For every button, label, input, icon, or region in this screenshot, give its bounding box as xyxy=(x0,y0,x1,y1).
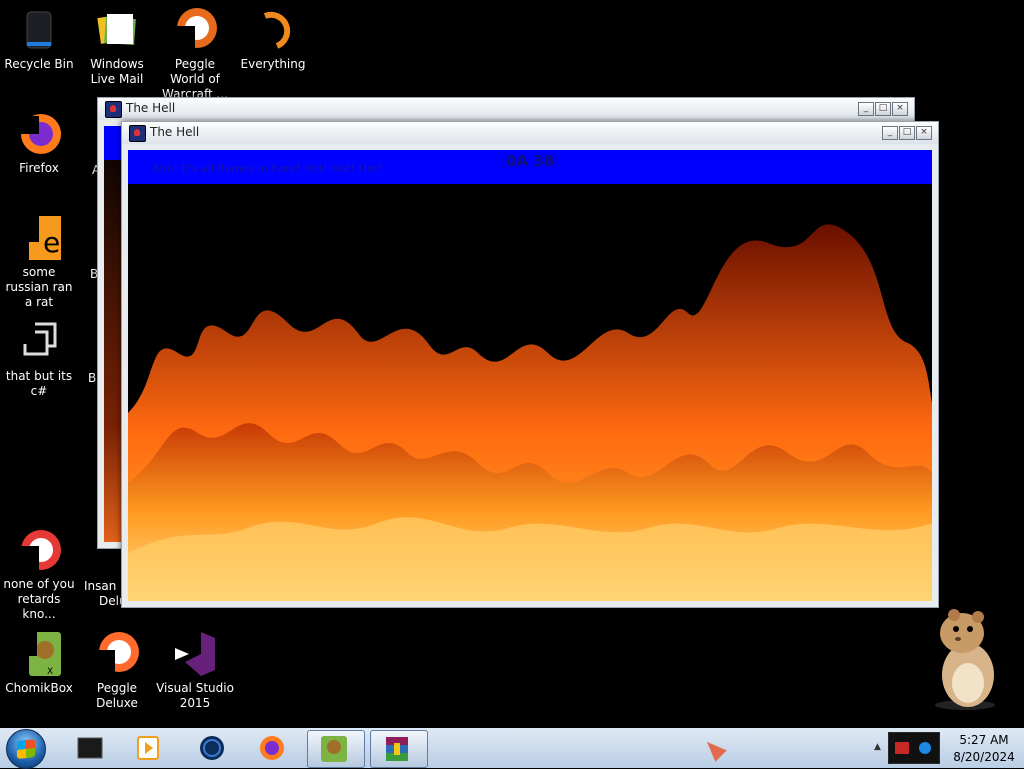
window-titlebar[interactable]: The Hell _ □ × xyxy=(122,122,938,144)
desktop-icon-label: Firefox xyxy=(19,161,59,175)
desktop-icon-none-of-you[interactable]: none of you retards kno... xyxy=(0,526,78,622)
taskbar-pinned-globe[interactable] xyxy=(186,730,238,766)
recycle-bin-icon xyxy=(15,6,63,54)
desktop-icon-peggle-wow[interactable]: Peggle World of Warcraft ... xyxy=(156,6,234,102)
firefox-icon xyxy=(258,734,286,762)
desktop-icon-windows-live-mail[interactable]: Windows Live Mail xyxy=(78,6,156,87)
maximize-button[interactable]: □ xyxy=(899,126,915,140)
window-title: The Hell xyxy=(150,125,200,139)
desktop-icon-recycle-bin[interactable]: Recycle Bin xyxy=(0,6,78,72)
desktop-icon-chomikbox[interactable]: X ChomikBox xyxy=(0,630,78,696)
media-player-icon xyxy=(134,734,162,762)
taskbar-pinned-media-player[interactable] xyxy=(122,730,174,766)
desktop-icon-label: Peggle World of Warcraft ... xyxy=(162,57,228,101)
desktop-icon-visual-studio[interactable]: Visual Studio 2015 xyxy=(156,630,234,711)
desktop-icon-some-russian[interactable]: e some russian ran a rat xyxy=(0,214,78,310)
desktop-icon-everything[interactable]: Everything xyxy=(234,6,312,72)
desktop-icon-label: ChomikBox xyxy=(5,681,73,695)
app-icon xyxy=(105,101,122,118)
window-titlebar[interactable]: The Hell _ □ × xyxy=(98,98,914,120)
show-hidden-icons-button[interactable]: ▲ xyxy=(874,742,881,752)
desktop-icon-label: some russian ran a rat xyxy=(5,265,73,309)
partial-label: B xyxy=(88,371,97,385)
desktop-icon-peggle-deluxe[interactable]: Peggle Deluxe xyxy=(78,630,156,711)
svg-text:e: e xyxy=(43,226,60,259)
maximize-button[interactable]: □ xyxy=(875,102,891,116)
globe-icon xyxy=(198,734,226,762)
partial-label: Insan xyxy=(84,579,117,593)
minimize-button[interactable]: _ xyxy=(858,102,874,116)
taskbar-app-chomikbox[interactable] xyxy=(307,730,365,768)
peggle-icon xyxy=(171,6,219,54)
the-hell-window[interactable]: The Hell _ □ × 0A 38 Ahh! It's all flame… xyxy=(121,121,939,608)
desktop-icon-firefox[interactable]: Firefox xyxy=(0,110,78,176)
status-bar: 0A 38 Ahh! It's all flames in here! Hot!… xyxy=(128,150,932,184)
terminal-icon xyxy=(76,734,104,762)
chomikbox-icon: X xyxy=(15,630,63,678)
desktop-icon-label: Windows Live Mail xyxy=(90,57,144,86)
app-icon xyxy=(15,526,63,574)
peggle-icon xyxy=(93,630,141,678)
taskbar-pinned-terminal[interactable] xyxy=(64,730,116,766)
script-icon: e xyxy=(15,214,63,262)
start-button[interactable] xyxy=(6,729,46,769)
desktop-icon-that-but-its-csharp[interactable]: that but its c# xyxy=(0,318,78,399)
desktop-icon-label: Peggle Deluxe xyxy=(96,681,138,710)
status-message: Ahh! It's all flames in here! Hot! Hot! … xyxy=(152,162,383,175)
system-tray: ▲ 5:27 AM 8/20/2024 xyxy=(864,728,1024,768)
desktop-icon-label: that but its c# xyxy=(5,369,73,398)
desktop-icon-label: Everything xyxy=(240,57,306,71)
everything-icon xyxy=(249,6,297,54)
desktop-icon-label: none of you retards kno... xyxy=(3,577,75,621)
desktop-icon-label: Recycle Bin xyxy=(4,57,74,71)
desktop-icon-label: Visual Studio 2015 xyxy=(156,681,234,710)
taskbar-pinned-firefox[interactable] xyxy=(246,730,298,766)
flames-image xyxy=(128,184,932,601)
taskbar-app-winrar[interactable] xyxy=(370,730,428,768)
clock-time[interactable]: 5:27 AM xyxy=(950,733,1018,747)
svg-text:X: X xyxy=(47,667,53,677)
app-icon xyxy=(129,125,146,142)
window-client: 0A 38 Ahh! It's all flames in here! Hot!… xyxy=(128,150,932,601)
clock-date[interactable]: 8/20/2024 xyxy=(950,750,1018,764)
visual-studio-icon xyxy=(171,630,219,678)
chomikbox-icon xyxy=(320,735,348,763)
taskbar: ▲ 5:27 AM 8/20/2024 xyxy=(0,728,1024,769)
winrar-icon xyxy=(383,735,411,763)
shortcut-icon xyxy=(15,318,63,366)
firefox-icon xyxy=(15,110,63,158)
mail-icon xyxy=(93,6,141,54)
tray-icons[interactable] xyxy=(888,732,940,764)
minimize-button[interactable]: _ xyxy=(882,126,898,140)
window-title: The Hell xyxy=(126,101,176,115)
close-button[interactable]: × xyxy=(892,102,908,116)
hamster-desktop-pet[interactable] xyxy=(920,605,1010,710)
close-button[interactable]: × xyxy=(916,126,932,140)
